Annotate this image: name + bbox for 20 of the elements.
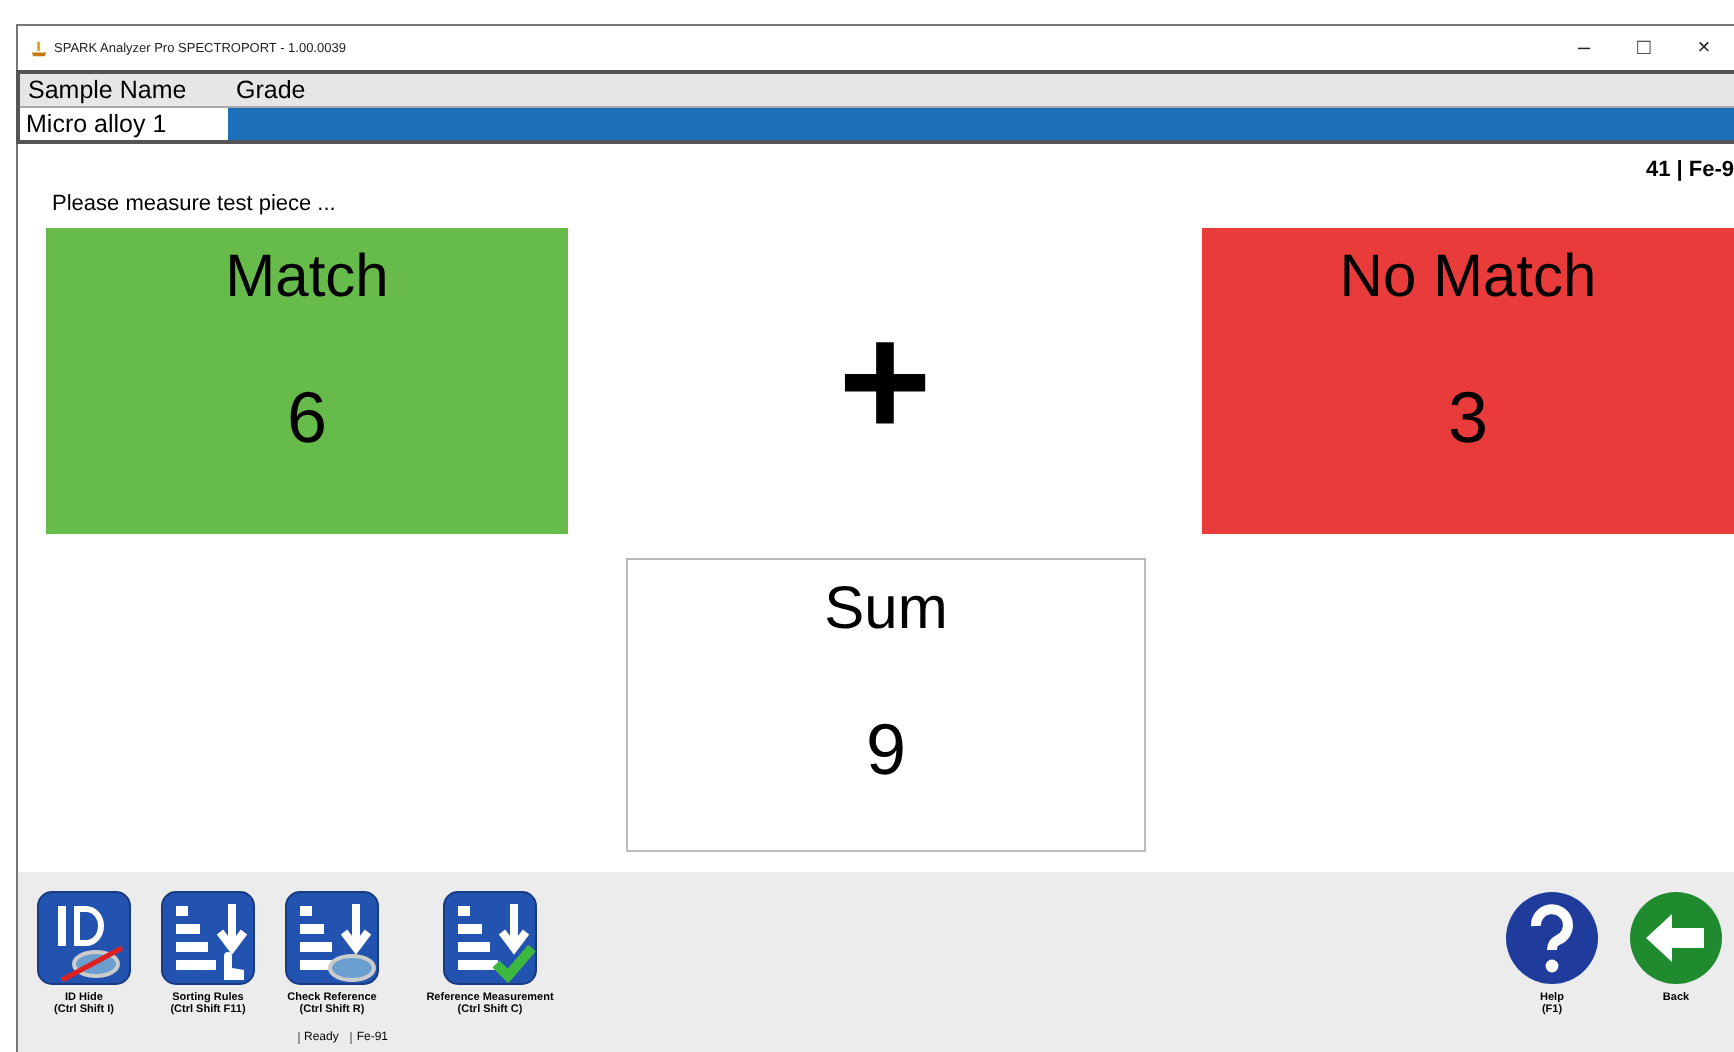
- count-value: 9: [865, 708, 907, 792]
- status-message: Please measure test piece ...: [52, 192, 338, 216]
- panel-label: No Match: [1339, 244, 1597, 312]
- column-header: Sample Name: [20, 74, 228, 108]
- help-icon[interactable]: [1502, 888, 1602, 988]
- sort-hand-icon[interactable]: [158, 888, 258, 988]
- restore-button[interactable]: □: [1614, 36, 1674, 60]
- minimize-button[interactable]: –: [1554, 36, 1614, 60]
- close-button[interactable]: ×: [1674, 36, 1734, 60]
- panel-label: Sum: [824, 576, 948, 644]
- count-value: 6: [286, 376, 328, 460]
- count-value: 3: [1447, 376, 1489, 460]
- plus-sign: +: [838, 289, 932, 473]
- grade-reading: 41 | Fe-9: [1645, 158, 1734, 182]
- column-header: Grade: [228, 74, 1734, 108]
- id-hide-icon[interactable]: [34, 888, 134, 988]
- sort-check-icon[interactable]: [440, 888, 540, 988]
- app-logo-icon: [30, 39, 48, 57]
- sort-eye-icon[interactable]: [282, 888, 382, 988]
- panel-label: Match: [225, 244, 389, 312]
